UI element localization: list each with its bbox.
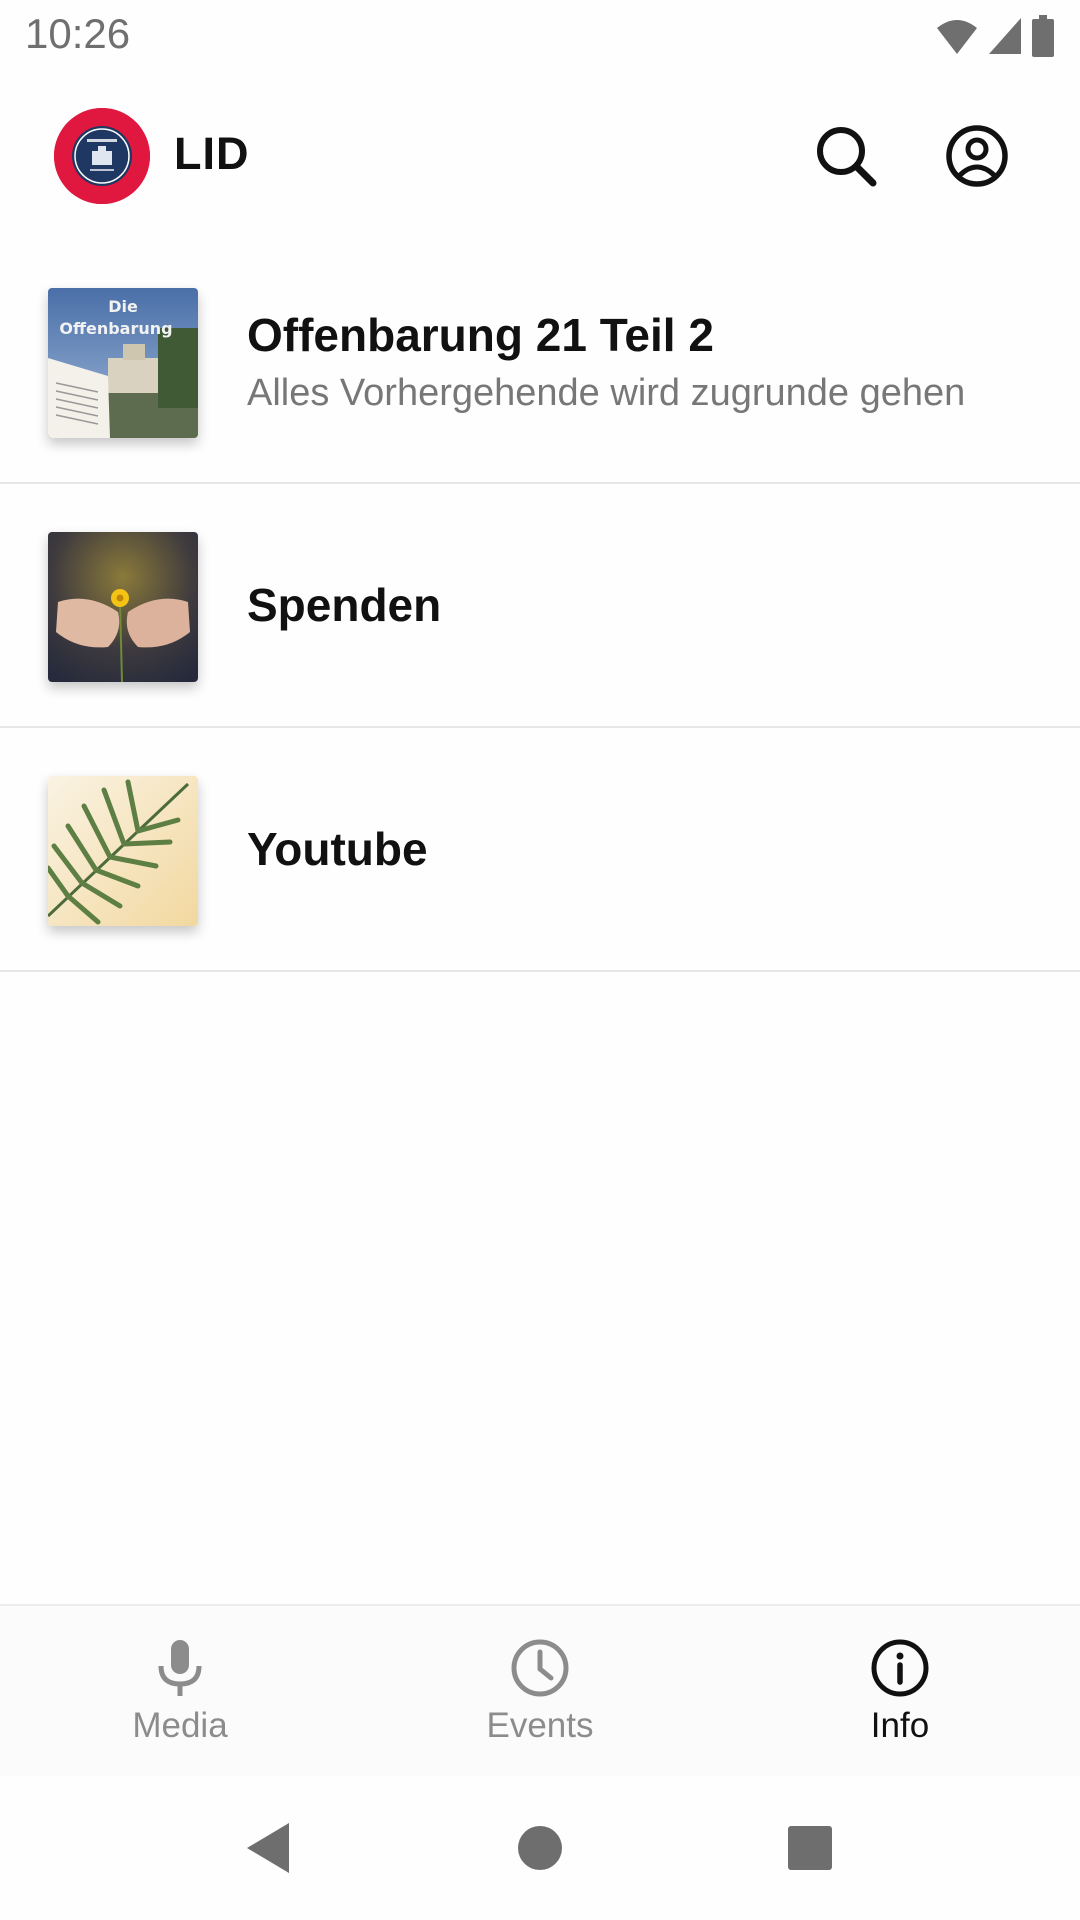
account-button[interactable] — [935, 114, 1019, 198]
recents-icon — [788, 1826, 832, 1870]
recents-button[interactable] — [774, 1812, 846, 1884]
list-item-title: Youtube — [247, 823, 428, 875]
youtube-thumbnail — [48, 776, 198, 926]
tab-events-label: Events — [486, 1706, 594, 1745]
system-navigation-bar — [0, 1776, 1080, 1920]
tab-info[interactable]: Info — [720, 1606, 1080, 1778]
app-bar: LID — [0, 84, 1080, 230]
app-screen: 10:26 LID Die Offenbarung Offenbarung 21… — [0, 0, 1080, 1920]
offenbarung-thumbnail: Die Offenbarung — [48, 288, 198, 438]
back-button[interactable] — [232, 1812, 304, 1884]
list-item-text: Youtube — [247, 728, 1050, 970]
bottom-navigation: Media Events Info — [0, 1604, 1080, 1778]
status-time: 10:26 — [25, 10, 131, 57]
list-item-subtitle: Alles Vorhergehende wird zugrunde gehen — [247, 371, 966, 414]
battery-icon — [1032, 15, 1054, 57]
search-button[interactable] — [804, 114, 888, 198]
home-icon — [518, 1826, 562, 1870]
clock-icon — [508, 1636, 572, 1700]
home-button[interactable] — [504, 1812, 576, 1884]
thumb-caption-line1: Die — [108, 297, 138, 316]
search-icon — [817, 127, 877, 187]
lid-logo[interactable] — [54, 108, 150, 204]
logo-emblem-icon — [54, 108, 150, 204]
account-icon — [946, 125, 1008, 187]
microphone-icon — [148, 1636, 212, 1700]
list-item[interactable]: Youtube — [0, 728, 1080, 972]
cell-signal-icon — [989, 18, 1021, 54]
wifi-icon — [937, 20, 977, 54]
status-bar: 10:26 — [0, 0, 1080, 74]
app-title: LID — [174, 128, 250, 179]
list-item[interactable]: Spenden — [0, 484, 1080, 728]
spenden-thumbnail — [48, 532, 198, 682]
list-item-title: Offenbarung 21 Teil 2 — [247, 308, 714, 361]
tab-info-label: Info — [870, 1706, 930, 1745]
back-icon — [247, 1823, 289, 1873]
info-icon — [868, 1636, 932, 1700]
list-item-title: Spenden — [247, 579, 442, 631]
list-item[interactable]: Die Offenbarung Offenbarung 21 Teil 2 Al… — [0, 240, 1080, 484]
list-item-text: Offenbarung 21 Teil 2 Alles Vorhergehend… — [247, 240, 1050, 482]
tab-events[interactable]: Events — [360, 1606, 720, 1778]
status-icons — [935, 14, 1055, 58]
content-list: Die Offenbarung Offenbarung 21 Teil 2 Al… — [0, 240, 1080, 972]
tab-media-label: Media — [132, 1706, 228, 1745]
thumb-caption-line2: Offenbarung — [59, 319, 172, 338]
list-item-text: Spenden — [247, 484, 1050, 726]
tab-media[interactable]: Media — [0, 1606, 360, 1778]
